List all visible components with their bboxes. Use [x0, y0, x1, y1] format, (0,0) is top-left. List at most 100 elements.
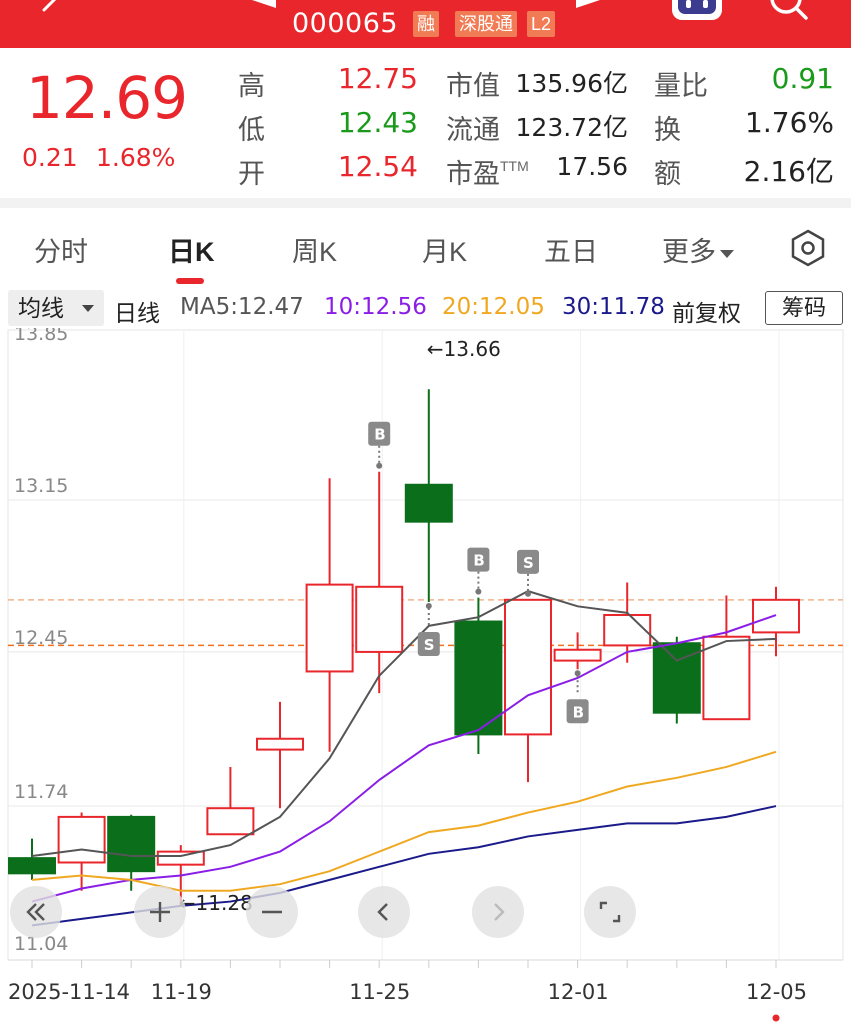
tab-weekly-k[interactable]: 周K	[292, 230, 337, 269]
assistant-robot-icon[interactable]	[670, 0, 724, 22]
stat-label-pe-ttm: TTM	[500, 158, 529, 174]
period-label: 日线	[114, 301, 160, 327]
sell-signal-label: S	[523, 554, 534, 572]
next-icon	[494, 903, 505, 921]
candle-up	[57, 815, 106, 864]
stat-label-amount: 额	[654, 159, 681, 189]
candle-up	[702, 635, 751, 721]
chart-period-tabs: 分时 日K 周K 月K 五日 更多	[0, 208, 851, 288]
price-change: 0.21	[22, 143, 78, 172]
stat-label-open: 开	[238, 159, 265, 189]
candle-up	[504, 598, 552, 736]
stat-label-volume-ratio: 量比	[654, 71, 708, 101]
x-tick-label: 12-05	[746, 980, 807, 1004]
tag-connect: 深股通	[455, 11, 517, 37]
stat-label-high: 高	[238, 71, 265, 101]
candle-down	[454, 620, 503, 736]
section-divider	[0, 198, 851, 208]
signal-dot	[425, 602, 432, 609]
candle-down	[8, 857, 56, 875]
stat-label-pe: 市盈TTM	[446, 158, 529, 189]
search-icon[interactable]	[760, 0, 816, 28]
candle-up	[553, 648, 602, 662]
y-tick-label: 13.15	[14, 475, 68, 497]
zoom-in-button[interactable]	[134, 886, 186, 938]
buy-signal-label: B	[374, 426, 385, 444]
tag-level2: L2	[527, 11, 556, 37]
price-change-percent: 1.68%	[96, 143, 176, 172]
stat-value-open: 12.54	[337, 150, 418, 183]
extreme-price-annotation: ←13.66	[427, 337, 501, 361]
zoom-in-icon	[150, 902, 170, 922]
chip-distribution-button[interactable]: 筹码	[765, 291, 843, 325]
signal-dot	[376, 462, 383, 469]
stat-label-turnover: 换	[654, 115, 681, 145]
candle-down	[404, 483, 453, 523]
stat-value-float-cap: 123.72亿	[515, 113, 628, 142]
ma20-value: 20:12.05	[442, 294, 545, 320]
tag-margin: 融	[413, 11, 439, 37]
tab-more[interactable]: 更多	[662, 230, 734, 269]
stat-label-float-cap: 流通	[446, 115, 500, 145]
buy-signal-label: B	[473, 552, 484, 570]
collapse-left-button[interactable]	[10, 886, 62, 938]
zoom-out-button[interactable]	[246, 886, 298, 938]
chevron-down-icon	[720, 249, 734, 258]
stat-value-volume-ratio: 0.91	[771, 62, 834, 95]
fullscreen-button[interactable]	[584, 886, 636, 938]
ma10-value: 10:12.56	[324, 294, 427, 320]
y-tick-label: 13.85	[14, 328, 68, 345]
moving-average-row: 均线 日线 MA5:12.47 10:12.56 20:12.05 30:11.…	[0, 290, 851, 328]
stock-code: 000065	[292, 8, 399, 39]
indicator-selector[interactable]: 均线	[8, 290, 104, 326]
sell-signal-label: S	[424, 636, 435, 654]
tab-daily-k[interactable]: 日K	[168, 230, 215, 269]
candle-up	[603, 614, 652, 647]
previous-button[interactable]	[358, 886, 410, 938]
last-price: 12.69	[26, 64, 188, 132]
tab-five-day[interactable]: 五日	[544, 230, 598, 269]
signal-dot	[475, 588, 482, 595]
ma5-value: MA5:12.47	[180, 294, 304, 320]
tab-intraday[interactable]: 分时	[34, 230, 88, 269]
collapse-left-icon	[26, 903, 45, 921]
indicator-selector-label: 均线	[18, 295, 64, 321]
stat-value-turnover: 1.76%	[745, 106, 834, 139]
signal-dot	[574, 670, 581, 677]
stat-label-market-cap: 市值	[446, 71, 500, 101]
settings-hexagon-icon[interactable]	[788, 228, 828, 268]
stat-value-market-cap: 135.96亿	[515, 69, 628, 98]
caret-down-icon	[82, 305, 94, 312]
current-day-dot	[772, 1014, 780, 1022]
price-adjust-mode[interactable]: 前复权	[672, 294, 741, 328]
extreme-price-annotation: ←11.28	[179, 891, 253, 915]
candle-up	[355, 585, 404, 653]
stat-value-pe: 17.56	[556, 152, 628, 181]
candle-up	[206, 807, 255, 836]
tab-more-label: 更多	[662, 237, 716, 267]
x-tick-label: 2025-11-14	[8, 980, 130, 1004]
prev-stock-icon[interactable]	[246, 0, 276, 16]
next-button[interactable]	[472, 886, 524, 938]
candle-up	[156, 850, 205, 866]
previous-icon	[377, 903, 388, 921]
zoom-out-icon	[262, 910, 282, 914]
candle-down	[107, 815, 156, 873]
x-tick-label: 11-19	[151, 980, 212, 1004]
signal-dot	[525, 590, 531, 597]
active-tab-indicator	[176, 278, 204, 284]
y-tick-label: 11.74	[14, 781, 68, 803]
stock-header-bar: 000065 融 深股通 L2	[0, 0, 851, 48]
x-tick-label: 12-01	[548, 980, 609, 1004]
stat-value-high: 12.75	[337, 62, 418, 95]
stat-value-low: 12.43	[337, 106, 418, 139]
kline-chart[interactable]: 13.8513.1512.4511.7411.04←13.66←11.28BSB…	[0, 328, 851, 1024]
ma30-value: 30:11.78	[562, 294, 665, 320]
next-stock-icon[interactable]	[576, 0, 606, 16]
fullscreen-icon	[599, 901, 621, 923]
candle-up	[256, 737, 304, 751]
candle-up	[752, 598, 800, 634]
tab-monthly-k[interactable]: 月K	[422, 230, 467, 269]
candle-up	[305, 583, 354, 673]
back-icon[interactable]	[30, 0, 70, 28]
